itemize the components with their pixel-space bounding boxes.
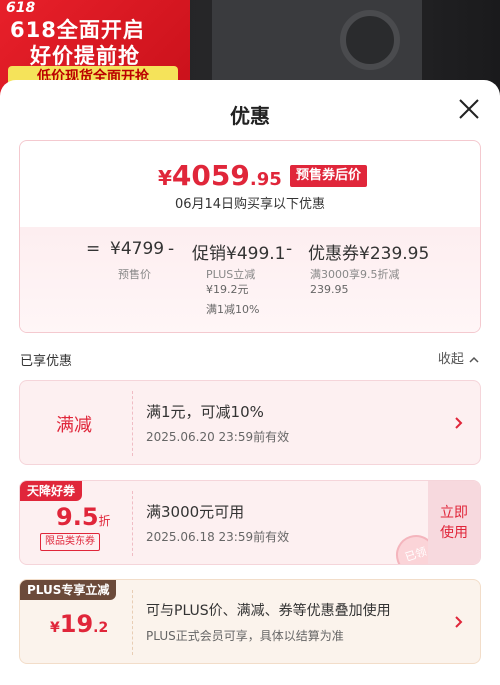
- coupon-type-label: 满减: [56, 415, 92, 436]
- presale-price-label: 预售价: [118, 268, 151, 281]
- price-breakdown: = ¥4799 - 促销¥499.1 - 优惠券¥239.95 预售价 PLUS…: [20, 227, 480, 332]
- close-button[interactable]: [454, 94, 484, 124]
- final-price: ¥4059.95: [158, 159, 282, 192]
- plus-int: 19: [59, 610, 94, 638]
- price-summary-card: ¥4059.95 预售券后价 06月14日购买享以下优惠 = ¥4799 - 促…: [19, 140, 481, 333]
- price-summary-top: ¥4059.95 预售券后价 06月14日购买享以下优惠: [20, 141, 480, 227]
- coupon-expiry: 2025.06.20 23:59前有效: [146, 430, 290, 444]
- final-price-symbol: ¥: [158, 166, 172, 190]
- final-price-integer: 4059: [171, 159, 250, 192]
- minus-sign-2: -: [286, 239, 293, 259]
- washer-door-shape: [340, 10, 400, 70]
- coupon-ribbon: 天降好券: [20, 481, 83, 501]
- applied-discounts-label: 已享优惠: [20, 354, 73, 369]
- coupon-divider: [132, 491, 133, 556]
- coupon-divider: [132, 391, 133, 456]
- coupon-card-discount[interactable]: 天降好券 9.5折 限品类东券 满3000元可用 2025.06.18 23:5…: [19, 480, 481, 565]
- collapse-button[interactable]: 收起: [438, 348, 480, 367]
- coupon-title: 可与PLUS价、满减、券等优惠叠加使用: [146, 603, 391, 619]
- coupon-discount-unit: 折: [98, 514, 111, 528]
- plus-discount-label: PLUS立减: [206, 268, 256, 281]
- coupon-discount-number: 9.5: [56, 503, 99, 531]
- coupon-card-plus[interactable]: PLUS专享立减 ¥19.2 可与PLUS价、满减、券等优惠叠加使用 PLUS正…: [19, 579, 481, 664]
- plus-dec: .2: [93, 620, 109, 636]
- coupon-expiry: 2025.06.18 23:59前有效: [146, 530, 290, 544]
- coupon-divider: [132, 590, 133, 655]
- price-subtitle: 06月14日购买享以下优惠: [174, 197, 326, 212]
- promo-discount-value: 促销¥499.1: [192, 244, 286, 264]
- coupon-title: 满1元，可减10%: [146, 403, 264, 421]
- equals-sign: =: [86, 239, 101, 259]
- chevron-right-icon: [455, 417, 463, 429]
- price-type-badge: 预售券后价: [290, 165, 368, 187]
- coupon-category-tag: 限品类东券: [40, 533, 100, 551]
- coupon-rule-amount: 239.95: [310, 283, 349, 296]
- use-now-label-1: 立即: [440, 505, 468, 521]
- coupon-rule-label: 满3000享9.5折减: [310, 268, 400, 281]
- plus-ribbon: PLUS专享立减: [20, 580, 117, 600]
- minus-sign-1: -: [168, 239, 175, 259]
- plus-discount-amount-display: ¥19.2: [50, 610, 108, 638]
- sheet-title: 优惠: [230, 104, 270, 128]
- coupon-discount-rate: 9.5折: [56, 503, 111, 531]
- discount-sheet: 优惠 ¥4059.95 预售券后价 06月14日购买享以下优惠 = ¥4799 …: [0, 80, 500, 685]
- chevron-right-icon: [455, 616, 463, 628]
- coupon-title: 满3000元可用: [146, 503, 245, 521]
- use-now-button[interactable]: 立即 使用: [428, 481, 480, 564]
- close-icon: [459, 99, 479, 119]
- chevron-up-icon: [469, 356, 479, 363]
- coupon-discount-value: 优惠券¥239.95: [308, 244, 430, 264]
- coupon-note: PLUS正式会员可享，具体以结算为准: [146, 629, 344, 643]
- plus-symbol: ¥: [50, 620, 60, 636]
- final-price-decimal: .95: [249, 169, 282, 190]
- collapse-label: 收起: [437, 352, 464, 367]
- plus-discount-amount: ¥19.2元: [206, 283, 249, 296]
- coupon-card-full-reduction[interactable]: 满减 满1元，可减10% 2025.06.20 23:59前有效: [19, 380, 481, 465]
- presale-price-value: ¥4799: [110, 239, 165, 259]
- full-reduction-label: 满1减10%: [206, 303, 260, 316]
- use-now-label-2: 使用: [440, 525, 468, 541]
